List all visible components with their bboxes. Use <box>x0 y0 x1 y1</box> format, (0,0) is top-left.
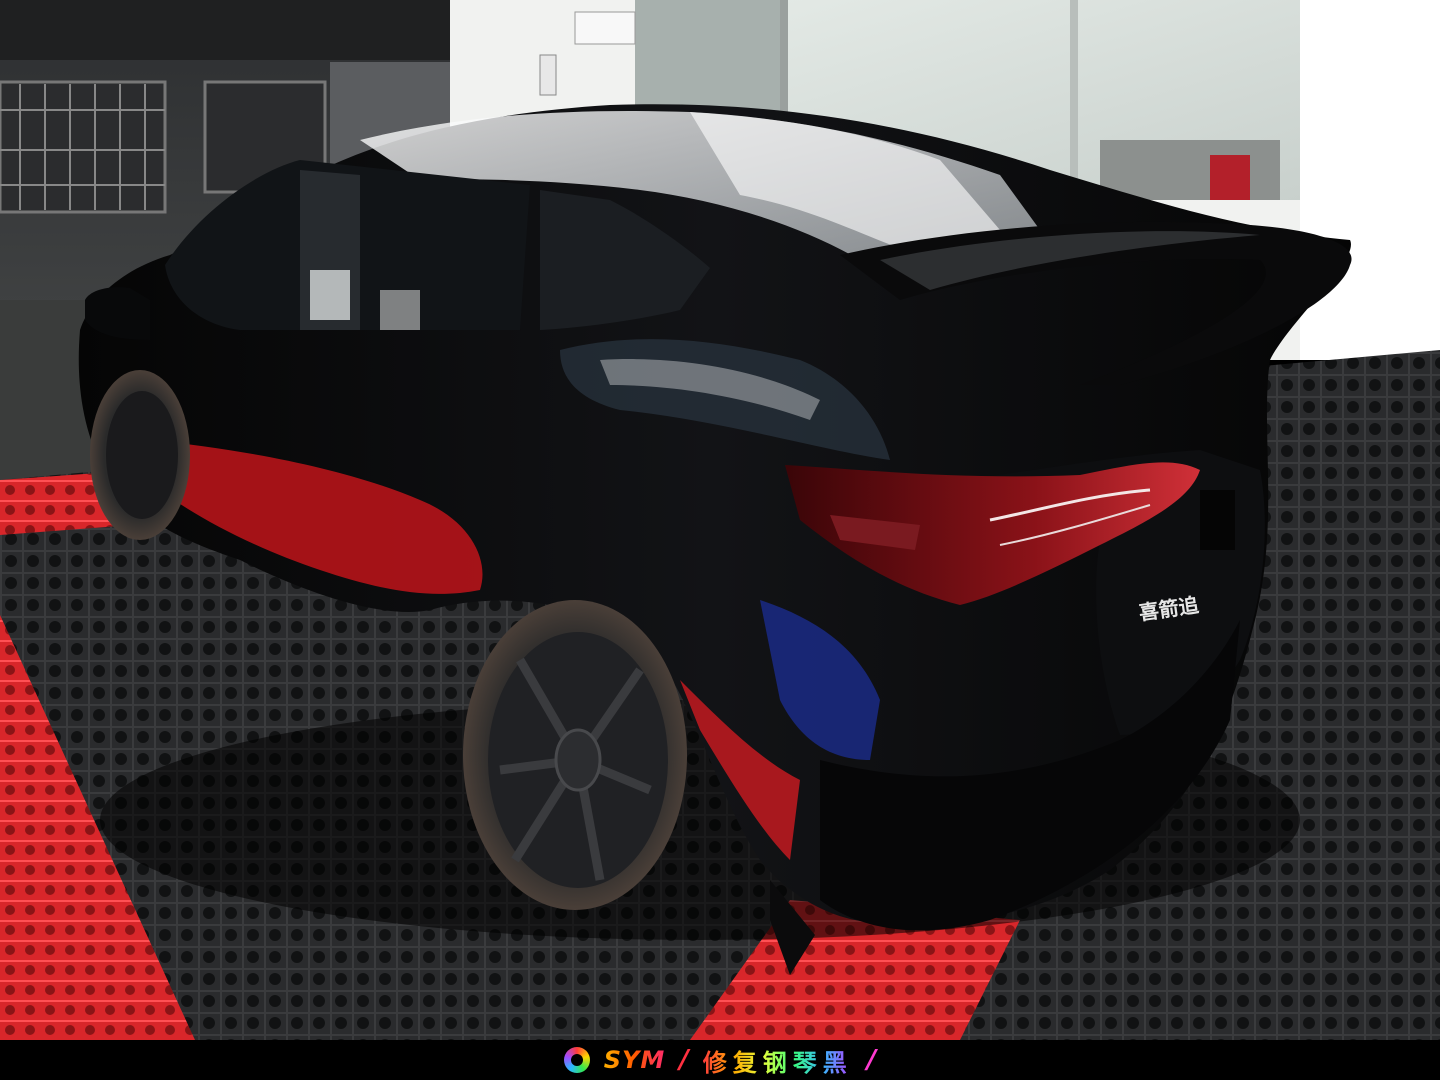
brand-logo-icon <box>563 1047 590 1073</box>
separator-left: / <box>679 1045 689 1075</box>
photo-scene: 喜箭追 <box>0 0 1440 1040</box>
car: 喜箭追 <box>78 104 1352 975</box>
caption-bar: SYM / 修复钢琴黑 / <box>0 1040 1440 1080</box>
separator-right: / <box>866 1045 877 1075</box>
rear-wheel <box>463 600 687 910</box>
brand-name: SYM <box>603 1046 666 1074</box>
caption-tagline: 修复钢琴黑 <box>703 1043 853 1078</box>
front-wheel <box>90 370 190 540</box>
